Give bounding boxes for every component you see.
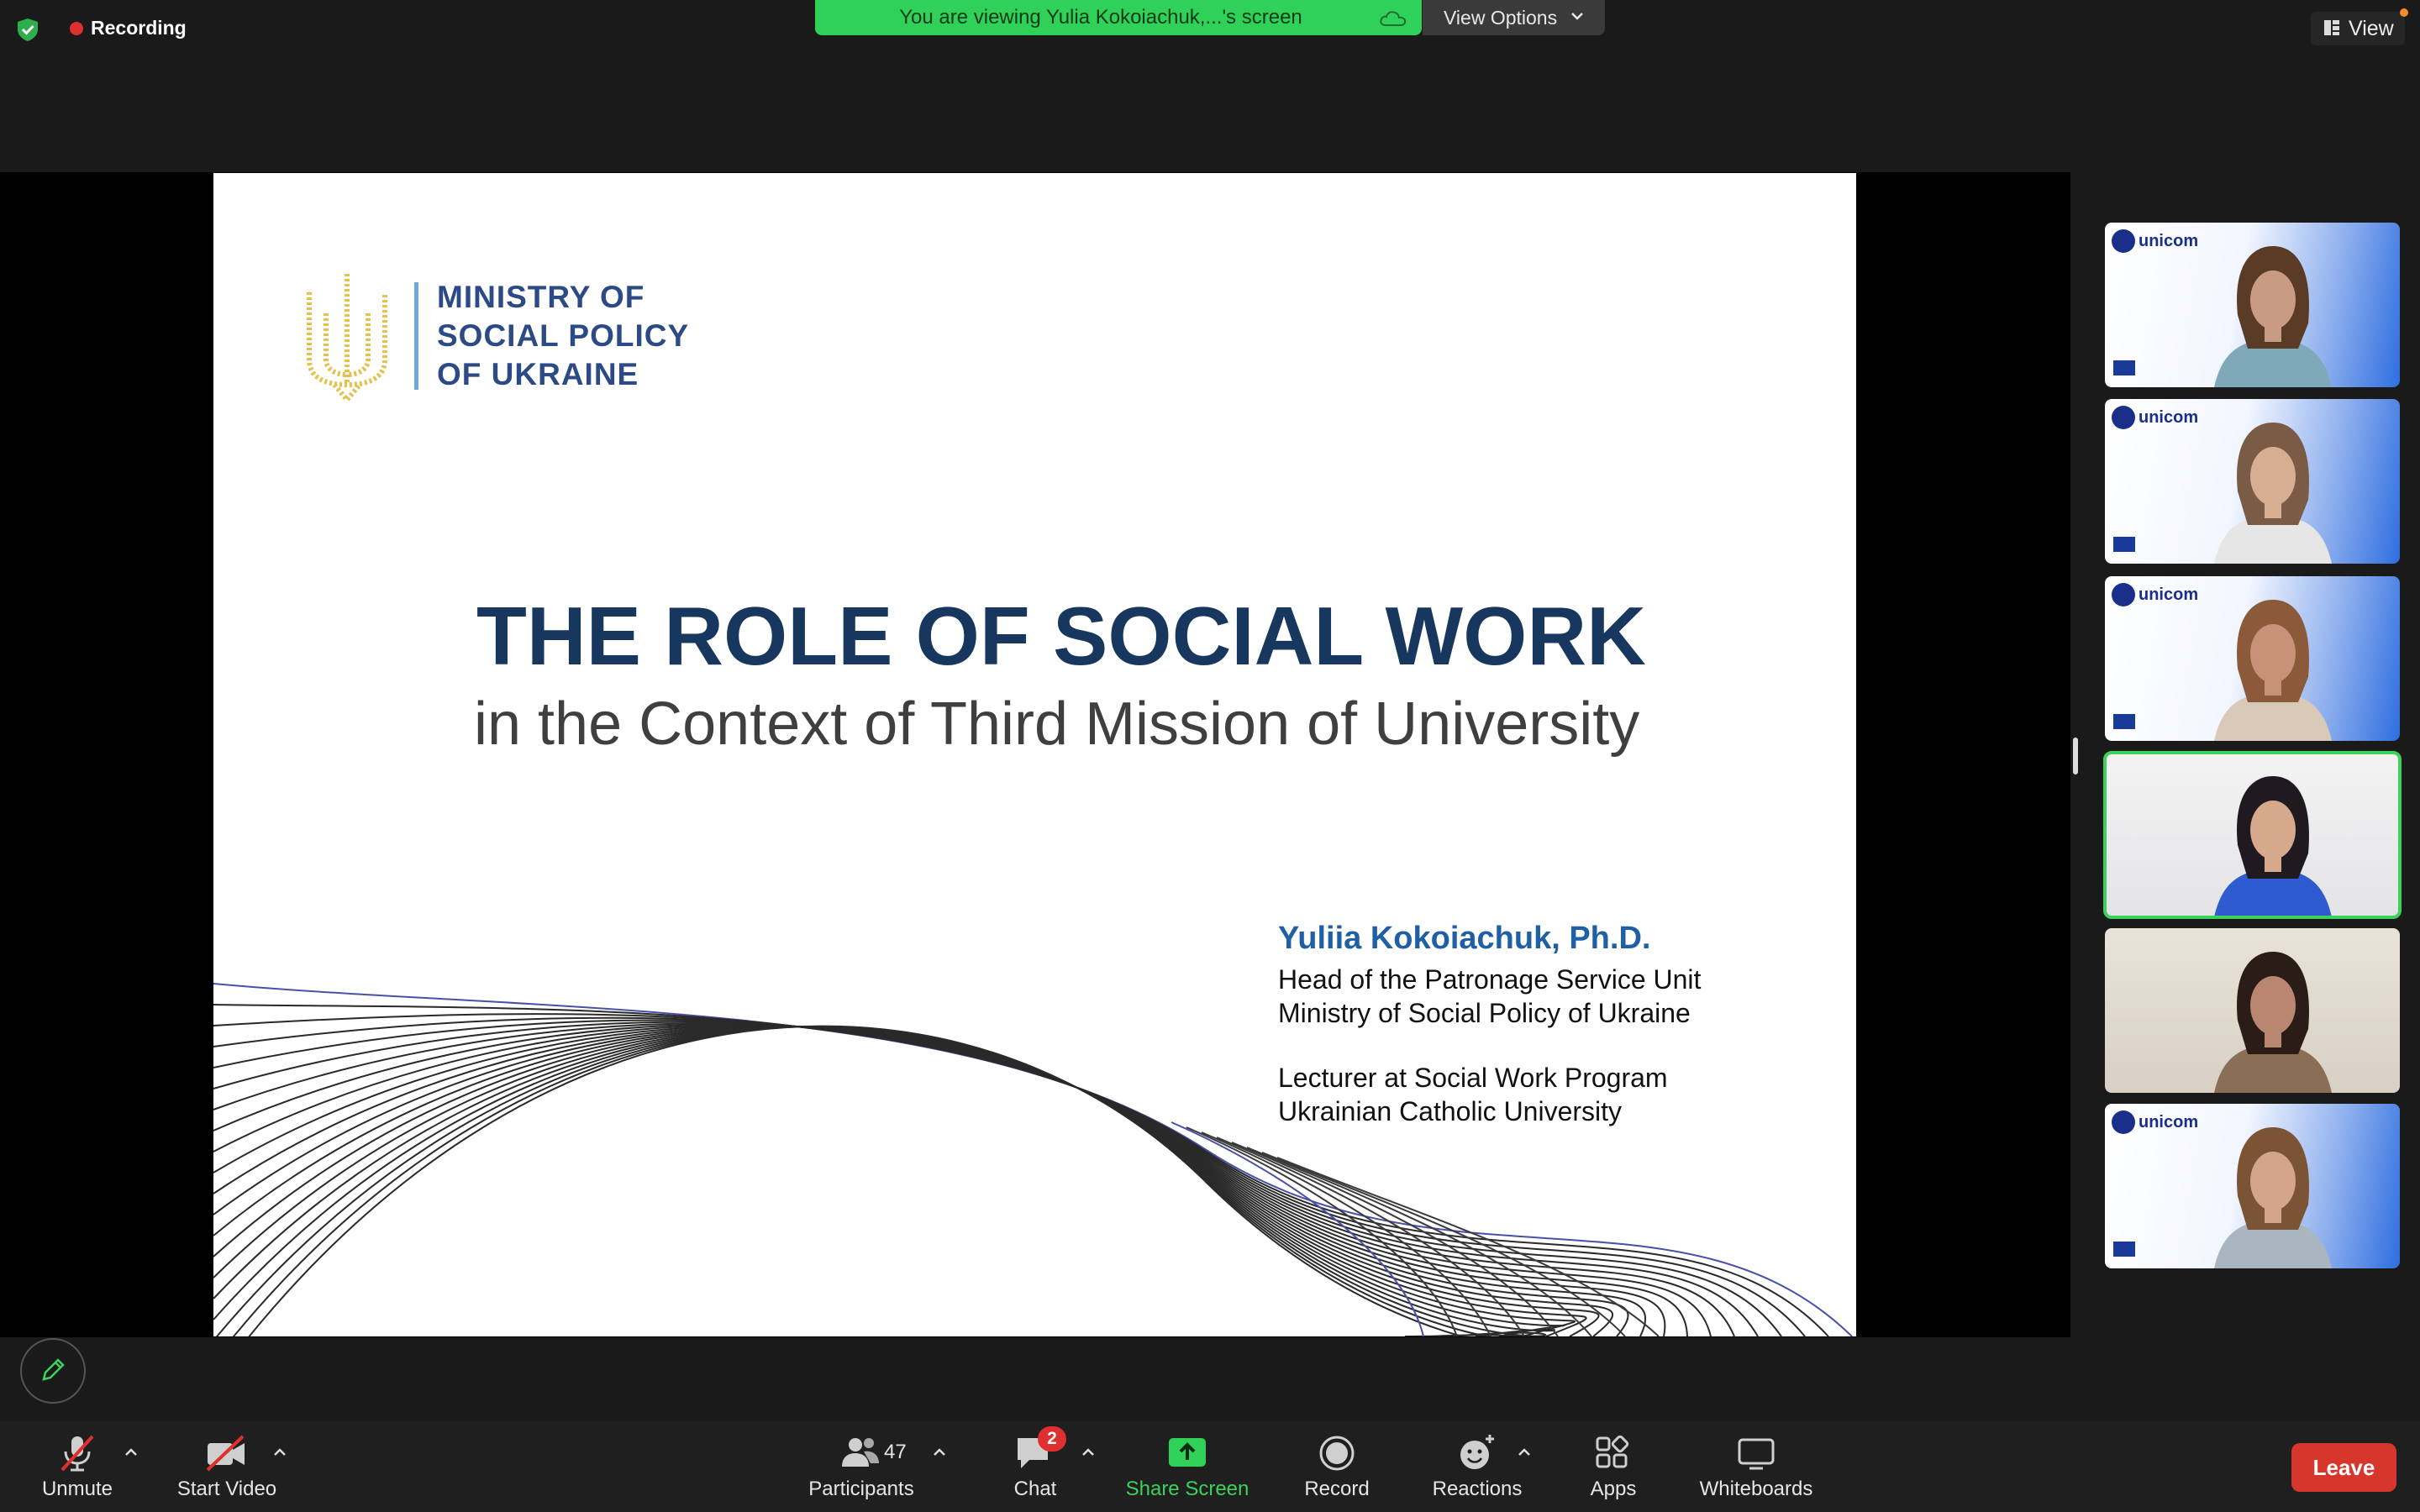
whiteboards-label[interactable]: Whiteboards: [1689, 1477, 1823, 1502]
record-label[interactable]: Record: [1290, 1477, 1384, 1502]
unmute-label[interactable]: Unmute: [25, 1477, 129, 1502]
participant-video-tile[interactable]: [2105, 928, 2400, 1093]
unicom-logo-mark: [2112, 229, 2135, 253]
camera-off-icon[interactable]: [204, 1433, 248, 1473]
wave-line: [1201, 1131, 1491, 1336]
mic-muted-icon[interactable]: [55, 1433, 99, 1473]
author-role-line: Head of the Patronage Service Unit: [1278, 964, 1702, 995]
gallery-resize-handle[interactable]: [2073, 738, 2078, 774]
participants-icon[interactable]: [839, 1433, 882, 1473]
cloud-recording-icon: [1380, 11, 1407, 26]
view-options-label: View Options: [1444, 7, 1558, 29]
ministry-line: MINISTRY OF: [437, 280, 645, 314]
participants-count: 47: [884, 1441, 907, 1463]
unicom-logo: unicom: [2112, 1110, 2198, 1134]
slide-title: THE ROLE OF SOCIAL WORK: [476, 590, 1646, 682]
eu-flag-icon: [2113, 1242, 2135, 1257]
participant-video-tile[interactable]: unicom: [2105, 399, 2400, 564]
view-label: View: [2349, 17, 2394, 40]
unicom-logo-mark: [2112, 406, 2135, 429]
apps-icon[interactable]: [1591, 1433, 1634, 1473]
ministry-name: MINISTRY OF SOCIAL POLICY OF UKRAINE: [437, 278, 689, 394]
unicom-logo-text: unicom: [2139, 231, 2199, 250]
viewing-screen-text: You are viewing Yulia Kokoiachuk,...'s s…: [899, 6, 1302, 29]
ministry-line: SOCIAL POLICY: [437, 318, 690, 353]
reactions-label[interactable]: Reactions: [1423, 1477, 1532, 1502]
unicom-logo: unicom: [2112, 406, 2198, 429]
start-video-label[interactable]: Start Video: [164, 1477, 290, 1502]
apps-label[interactable]: Apps: [1570, 1477, 1657, 1502]
notification-dot: [2400, 8, 2408, 17]
participants-label[interactable]: Participants: [798, 1477, 924, 1502]
share-screen-label[interactable]: Share Screen: [1118, 1477, 1257, 1502]
ministry-divider: [414, 282, 418, 390]
security-shield-icon[interactable]: [15, 17, 40, 42]
pencil-icon: [42, 1358, 65, 1381]
reactions-icon[interactable]: [1455, 1433, 1498, 1473]
unicom-logo-mark: [2112, 1110, 2135, 1134]
chat-label[interactable]: Chat: [992, 1477, 1079, 1502]
wave-line: [1216, 1137, 1525, 1336]
chevron-up-icon[interactable]: [1516, 1446, 1533, 1458]
slide-subtitle: in the Context of Third Mission of Unive…: [474, 690, 1640, 758]
unicom-logo-text: unicom: [2139, 407, 2199, 427]
participant-video-tile[interactable]: [2103, 751, 2402, 919]
leave-button[interactable]: Leave: [2291, 1443, 2396, 1492]
recording-label: Recording: [91, 17, 187, 39]
share-screen-icon[interactable]: [1165, 1433, 1209, 1473]
chevron-up-icon[interactable]: [931, 1446, 948, 1458]
eu-flag-icon: [2113, 360, 2135, 375]
eu-flag-icon: [2113, 714, 2135, 729]
chevron-up-icon[interactable]: [1080, 1446, 1097, 1458]
participant-video-tile[interactable]: unicom: [2105, 576, 2400, 741]
presentation-slide: MINISTRY OF SOCIAL POLICY OF UKRAINE THE…: [213, 173, 1856, 1336]
author-name: Yuliia Kokoiachuk, Ph.D.: [1278, 921, 1651, 956]
unicom-logo: unicom: [2112, 229, 2198, 253]
chevron-up-icon[interactable]: [271, 1446, 288, 1458]
author-role-line: Ministry of Social Policy of Ukraine: [1278, 998, 1691, 1028]
participant-video: [2214, 952, 2332, 1093]
participant-video-tile[interactable]: unicom: [2105, 1104, 2400, 1268]
eu-flag-icon: [2113, 537, 2135, 552]
unicom-logo: unicom: [2112, 583, 2198, 606]
view-layout-icon: [2324, 20, 2339, 35]
ukraine-trident-logo: [307, 274, 387, 403]
recording-dot-icon: [70, 22, 83, 35]
ministry-line: OF UKRAINE: [437, 357, 639, 391]
chevron-down-icon: [1571, 13, 1583, 20]
author-role-line: Lecturer at Social Work Program: [1278, 1063, 1668, 1093]
unicom-logo-text: unicom: [2139, 585, 2199, 604]
record-icon[interactable]: [1315, 1433, 1359, 1473]
chevron-up-icon[interactable]: [123, 1446, 139, 1458]
author-role-line: Ukrainian Catholic University: [1278, 1096, 1623, 1126]
whiteboard-icon[interactable]: [1734, 1433, 1778, 1473]
unicom-logo-text: unicom: [2139, 1112, 2199, 1131]
chat-unread-badge: 2: [1038, 1426, 1066, 1452]
unicom-logo-mark: [2112, 583, 2135, 606]
participant-video-tile[interactable]: unicom: [2105, 223, 2400, 387]
participant-video: [2214, 776, 2332, 917]
